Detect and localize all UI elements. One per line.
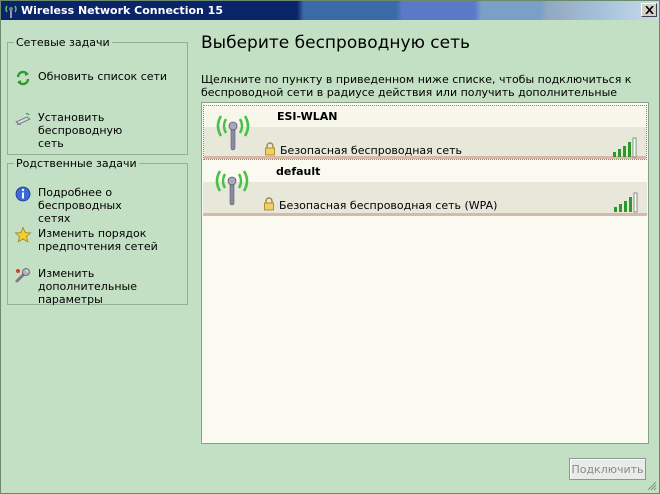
network-item[interactable]: default Безопасная беспроводная сеть (WP… bbox=[203, 161, 647, 216]
lock-icon bbox=[265, 142, 275, 156]
signal-strength-icon bbox=[613, 137, 637, 158]
change-advanced-settings-label: Изменить дополнительные параметры bbox=[38, 267, 137, 306]
change-preferred-order-label: Изменить порядок предпочтения сетей bbox=[38, 227, 158, 253]
lock-icon bbox=[264, 197, 274, 211]
wireless-setup-icon bbox=[15, 113, 31, 125]
network-security-status: Безопасная беспроводная сеть (WPA) bbox=[279, 199, 498, 212]
network-security-status: Безопасная беспроводная сеть bbox=[280, 144, 462, 157]
setup-wireless-network-task[interactable]: Установить беспроводную сеть bbox=[14, 111, 186, 150]
network-tasks-label: Сетевые задачи bbox=[14, 36, 112, 49]
network-name: default bbox=[276, 165, 321, 178]
wireless-antenna-icon bbox=[215, 170, 249, 206]
change-preferred-order-task[interactable]: Изменить порядок предпочтения сетей bbox=[14, 226, 186, 253]
close-button[interactable] bbox=[641, 3, 657, 17]
wireless-network-icon bbox=[5, 5, 17, 18]
related-tasks-label: Родственные задачи bbox=[14, 157, 139, 170]
refresh-network-list-label: Обновить список сети bbox=[38, 70, 168, 83]
wireless-antenna-icon bbox=[216, 115, 250, 151]
wireless-network-window: Wireless Network Connection 15 Сетевые з… bbox=[0, 0, 660, 494]
setup-wireless-network-label: Установить беспроводную сеть bbox=[38, 111, 123, 150]
info-icon bbox=[15, 186, 31, 202]
refresh-network-list-task[interactable]: Обновить список сети bbox=[14, 70, 186, 87]
refresh-icon bbox=[16, 70, 30, 86]
close-icon bbox=[644, 6, 654, 14]
learn-about-wireless-task[interactable]: Подробнее о беспроводных сетях bbox=[14, 186, 186, 225]
network-tasks-group: Сетевые задачи Обновить список сети Уста… bbox=[7, 36, 188, 155]
title-bar[interactable]: Wireless Network Connection 15 bbox=[1, 1, 659, 20]
page-title: Выберите беспроводную сеть bbox=[201, 33, 471, 53]
window-title: Wireless Network Connection 15 bbox=[21, 4, 223, 17]
network-item[interactable]: ESI-WLAN Безопасная беспроводная сеть bbox=[203, 105, 647, 160]
signal-strength-icon bbox=[614, 192, 638, 213]
wrench-icon bbox=[15, 268, 30, 283]
learn-about-wireless-label: Подробнее о беспроводных сетях bbox=[38, 186, 122, 225]
network-list[interactable]: ESI-WLAN Безопасная беспроводная сеть de… bbox=[201, 102, 649, 444]
related-tasks-group: Родственные задачи Подробнее о беспровод… bbox=[7, 157, 188, 306]
star-icon bbox=[14, 226, 32, 243]
network-name: ESI-WLAN bbox=[277, 110, 338, 123]
resize-grip-icon[interactable] bbox=[645, 479, 657, 491]
connect-button[interactable]: Подключить bbox=[569, 458, 646, 480]
change-advanced-settings-task[interactable]: Изменить дополнительные параметры bbox=[14, 267, 186, 306]
